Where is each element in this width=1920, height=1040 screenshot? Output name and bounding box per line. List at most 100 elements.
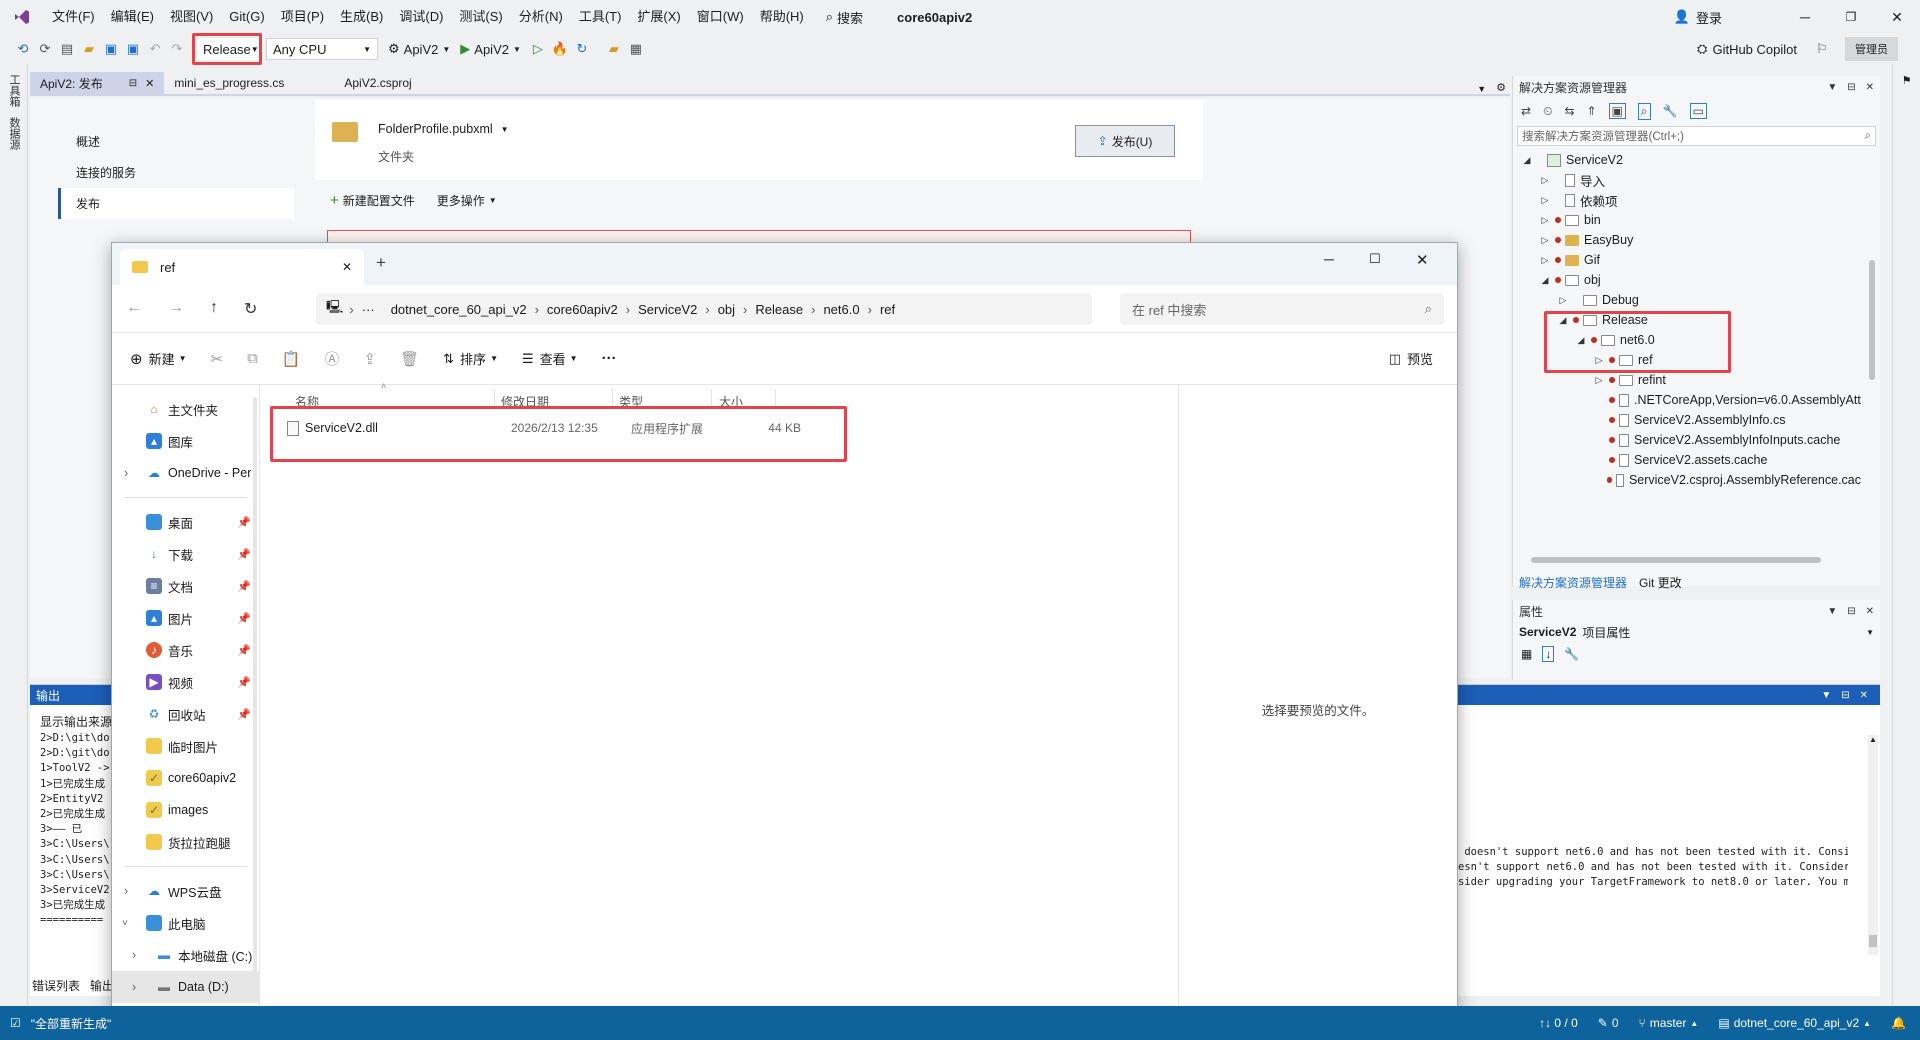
configuration-dropdown[interactable]: Release ▼ [197,38,259,60]
menu-help[interactable]: 帮助(H) [752,0,812,34]
cut-icon[interactable]: ✂ [211,350,224,368]
new-tab-icon[interactable]: + [376,253,386,273]
history-icon[interactable]: ⏲ [1543,104,1552,119]
save-icon[interactable]: ▣ [100,38,122,60]
start-without-debug-icon[interactable]: ▷ [527,38,549,60]
pin-icon[interactable]: 📌 [237,580,251,593]
preview-pane-button[interactable]: ◫ 预览 [1389,349,1433,368]
vs-logo-icon[interactable] [0,0,44,34]
breadcrumb-item[interactable]: obj [718,302,735,317]
switch-views-icon[interactable]: ⇆ [1564,104,1574,118]
nav-home[interactable]: ⌂ 主文件夹 [112,393,259,425]
back-arrow-icon[interactable]: ← [126,299,142,319]
data-sources-tab[interactable]: 数据源 [6,117,22,150]
status-icon[interactable]: ☑ [10,1016,21,1030]
tab-mini-es-progress[interactable]: mini_es_progress.cs [164,72,294,94]
solution-search-box[interactable]: 搜索解决方案资源管理器(Ctrl+;) ⌕ [1517,126,1876,146]
profile-selector[interactable]: FolderProfile.pubxml ▼ [378,122,509,136]
view-button[interactable]: ☰ 查看 ▼ [522,349,578,368]
scroll-thumb[interactable] [1869,260,1875,380]
new-profile-button[interactable]: + 新建配置文件 [330,192,415,209]
pending-edits[interactable]: ✎ 0 [1598,1016,1619,1030]
nav-pictures[interactable]: ▴ 图片 📌 [112,602,259,634]
preview-selected-icon[interactable]: ⌕ [1637,102,1651,120]
minimize-button[interactable]: ─ [1782,9,1828,25]
search-button[interactable]: ⌕ 搜索 [826,8,863,27]
nav-folder[interactable]: ✓ images [112,794,259,826]
properties-wrench-icon[interactable]: 🔧 [1663,104,1678,118]
pin-icon[interactable]: ⊟ [1841,690,1849,701]
menu-project[interactable]: 项目(P) [273,0,332,34]
chevron-right-icon[interactable]: › [124,884,128,898]
tree-item[interactable]: ◢ ServiceV2 [1521,150,1861,170]
pending-changes-icon[interactable]: ▭ [1689,103,1707,119]
nav-music[interactable]: ♪ 音乐 📌 [112,634,259,666]
open-folder-icon[interactable]: ▰ [78,38,100,60]
collapsed-arrow-icon[interactable]: ▷ [1593,375,1605,386]
more-actions-button[interactable]: 更多操作 ▼ [437,192,497,209]
paste-icon[interactable]: 📋 [282,350,301,368]
collapsed-arrow-icon[interactable]: ▷ [1539,255,1551,266]
refresh-icon[interactable]: ↻ [571,38,593,60]
pin-icon[interactable]: ⊟ [1847,82,1855,93]
expanded-arrow-icon[interactable]: ◢ [1521,155,1533,166]
tree-item[interactable]: ▷ refint [1521,370,1861,390]
pin-icon[interactable]: 📌 [237,644,251,657]
tree-item[interactable]: ▷ Debug [1521,290,1861,310]
close-icon[interactable]: ✕ [1860,690,1868,701]
more-options-button[interactable]: ··· [602,350,617,367]
run-button[interactable]: ▶ ApiV2 ▼ [460,41,521,57]
properties-object-selector[interactable]: ServiceV2 项目属性 ▼ [1513,622,1880,642]
breadcrumb-item[interactable]: ServiceV2 [638,302,697,317]
publish-button[interactable]: ⇪ 发布(U) [1075,125,1175,157]
tree-item[interactable]: ◢ obj [1521,270,1861,290]
show-all-files-icon[interactable]: ▣ [1608,103,1626,119]
toolbox-tab[interactable]: 工具箱 [6,74,22,107]
nav-gallery[interactable]: ▴ 图库 [112,425,259,457]
menu-debug[interactable]: 调试(D) [391,0,451,34]
tree-item[interactable]: ▷ 依赖项 [1521,190,1861,210]
share-icon[interactable]: ⇪ [364,350,377,368]
menu-edit[interactable]: 编辑(E) [103,0,162,34]
up-arrow-icon[interactable]: ↑ [210,299,218,319]
menu-git[interactable]: Git(G) [221,0,272,34]
collapse-all-icon[interactable]: ⇑ [1587,104,1597,118]
pin-icon[interactable]: 📌 [237,548,251,561]
scroll-thumb[interactable] [1869,935,1877,947]
collapsed-arrow-icon[interactable]: ▷ [1557,295,1569,306]
chevron-right-icon[interactable]: › [132,948,136,962]
tree-item[interactable]: ServiceV2.AssemblyInfo.cs [1521,410,1861,430]
pin-icon[interactable]: ⊟ [129,78,137,89]
collapsed-arrow-icon[interactable]: ▷ [1539,215,1551,226]
pin-icon[interactable]: 📌 [237,708,251,721]
chevron-down-icon[interactable]: ▼ [1827,82,1837,93]
nav-scrollbar[interactable] [253,397,257,997]
menu-tools[interactable]: 工具(T) [571,0,630,34]
output-scrollbar[interactable]: ▲ [1868,735,1878,955]
tree-item[interactable]: ▷ bin [1521,210,1861,230]
login-button[interactable]: 👤 登录 [1674,8,1722,27]
notifications-tab-icon[interactable]: ⚑ [1900,74,1913,87]
close-icon[interactable]: ✕ [145,77,154,90]
tree-item[interactable]: ▷ Gif [1521,250,1861,270]
menu-test[interactable]: 测试(S) [451,0,510,34]
tree-item[interactable]: ▷ EasyBuy [1521,230,1861,250]
chevron-right-icon[interactable]: › [132,980,136,994]
menu-file[interactable]: 文件(F) [44,0,103,34]
nav-documents[interactable]: ≡ 文档 📌 [112,570,259,602]
startup-project-dropdown[interactable]: ⚙ ApiV2 ▼ [388,41,450,57]
nav-wps-cloud[interactable]: › ☁ WPS云盘 [112,875,259,907]
collapsed-arrow-icon[interactable]: ▷ [1539,175,1551,186]
explorer-search-input[interactable]: 在 ref 中搜索 ⌕ [1120,293,1444,325]
tree-item[interactable]: ▷ 导入 [1521,170,1861,190]
alphabetical-icon[interactable]: ↓ [1542,646,1555,662]
tab-apiv2-csproj[interactable]: ApiV2.csproj [334,72,421,94]
copy-icon[interactable]: ⧉ [247,350,258,367]
tab-publish[interactable]: ApiV2: 发布 ⊟ ✕ [30,72,165,94]
delete-icon[interactable]: 🗑 [400,350,419,368]
pin-icon[interactable]: 📌 [237,676,251,689]
nav-desktop[interactable]: 桌面 📌 [112,506,259,538]
scroll-up-icon[interactable]: ▲ [1868,735,1878,744]
breadcrumb-item[interactable]: core60apiv2 [547,302,618,317]
nav-recycle-bin[interactable]: ♻ 回收站 📌 [112,698,259,730]
